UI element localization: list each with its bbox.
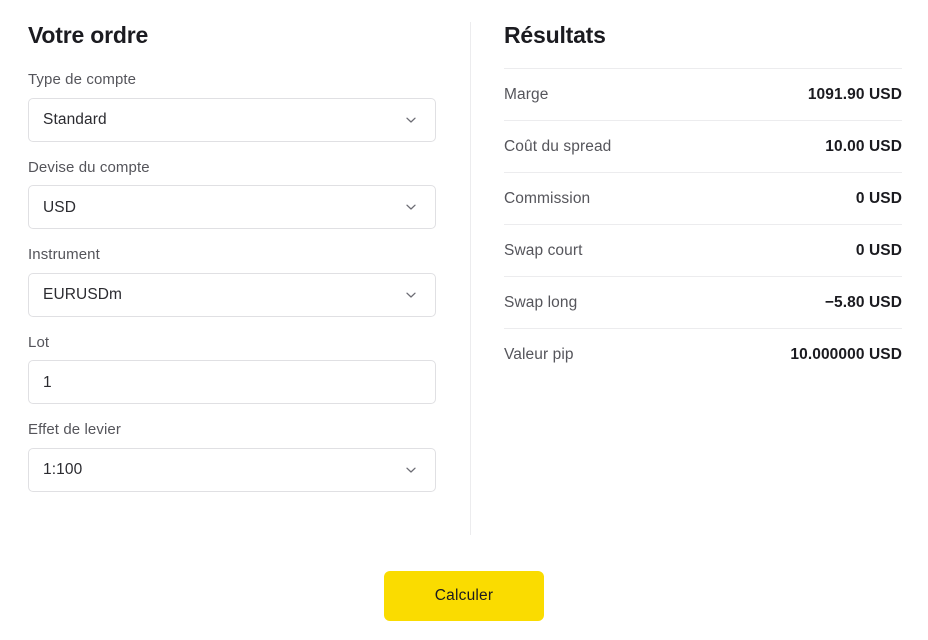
margin-calculator: Votre ordre Type de compte Standard Devi…: [0, 0, 928, 640]
result-label: Swap court: [504, 241, 583, 259]
order-panel: Votre ordre Type de compte Standard Devi…: [28, 22, 438, 508]
results-panel: Résultats Marge 1091.90 USD Coût du spre…: [504, 22, 902, 380]
result-row: Swap long −5.80 USD: [504, 276, 902, 328]
result-label: Marge: [504, 85, 549, 103]
result-value: 10.00 USD: [825, 137, 902, 155]
result-label: Commission: [504, 189, 591, 207]
label-instrument: Instrument: [28, 246, 100, 264]
select-account-currency[interactable]: USD: [28, 185, 436, 230]
field-group-account-type: Type de compte Standard: [28, 70, 438, 142]
label-lot: Lot: [28, 333, 50, 351]
input-lot-value: 1: [43, 374, 52, 391]
result-row: Valeur pip 10.000000 USD: [504, 328, 902, 380]
result-label: Swap long: [504, 293, 578, 311]
select-instrument-value: EURUSDm: [43, 287, 123, 303]
select-leverage-value: 1:100: [43, 462, 83, 478]
result-row: Commission 0 USD: [504, 172, 902, 224]
results-panel-title: Résultats: [504, 22, 606, 48]
select-account-type-value: Standard: [43, 112, 107, 128]
label-leverage: Effet de levier: [28, 421, 121, 439]
submit-area: Calculer: [0, 571, 928, 621]
order-panel-title: Votre ordre: [28, 22, 149, 48]
result-row: Coût du spread 10.00 USD: [504, 120, 902, 172]
result-label: Coût du spread: [504, 137, 612, 155]
field-group-account-currency: Devise du compte USD: [28, 158, 438, 230]
chevron-down-icon: [404, 113, 418, 127]
label-account-type: Type de compte: [28, 71, 137, 89]
select-instrument[interactable]: EURUSDm: [28, 272, 436, 317]
field-group-leverage: Effet de levier 1:100: [28, 420, 438, 492]
result-row: Marge 1091.90 USD: [504, 68, 902, 120]
result-label: Valeur pip: [504, 345, 574, 363]
field-group-instrument: Instrument EURUSDm: [28, 245, 438, 317]
label-account-currency: Devise du compte: [28, 158, 150, 176]
select-leverage[interactable]: 1:100: [28, 447, 436, 492]
select-account-type[interactable]: Standard: [28, 97, 436, 142]
chevron-down-icon: [404, 200, 418, 214]
column-divider: [470, 22, 471, 535]
chevron-down-icon: [404, 463, 418, 477]
input-lot[interactable]: 1: [28, 360, 436, 405]
result-value: 1091.90 USD: [807, 85, 902, 103]
chevron-down-icon: [404, 288, 418, 302]
result-value: −5.80 USD: [824, 293, 902, 311]
result-value: 0 USD: [855, 189, 902, 207]
result-value: 0 USD: [855, 241, 902, 259]
select-account-currency-value: USD: [43, 199, 77, 216]
field-group-lot: Lot 1: [28, 333, 438, 405]
result-row: Swap court 0 USD: [504, 224, 902, 276]
calculate-button[interactable]: Calculer: [384, 571, 544, 621]
result-value: 10.000000 USD: [790, 345, 902, 363]
